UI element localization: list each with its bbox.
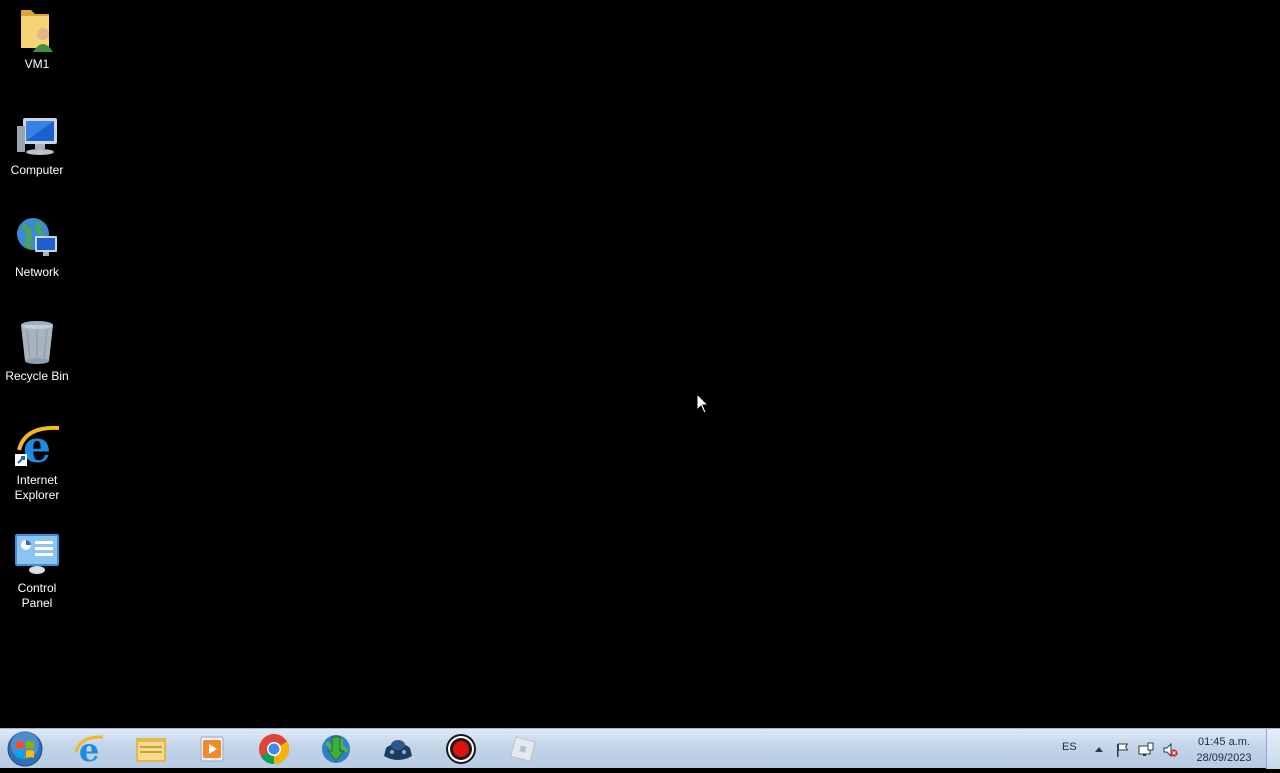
windows-logo-icon [7,731,43,767]
desktop-icon-internet-explorer[interactable]: e Internet Explorer [2,422,72,503]
chrome-icon [259,734,290,764]
user-folder-icon [13,6,61,54]
desktop-icon-label: VM1 [24,57,50,71]
taskbar-media-player-button[interactable] [194,731,230,767]
mouse-cursor-icon [696,392,710,415]
desktop-icon-control-panel[interactable]: Control Panel [2,530,72,611]
system-clock[interactable]: 01:45 a.m. 28/09/2023 [1186,734,1262,766]
desktop-icon-label: Control Panel [17,581,57,610]
volume-muted-icon [1163,742,1178,758]
language-indicator[interactable]: ES [1062,741,1077,753]
desktop-icon-computer[interactable]: Computer [2,112,72,178]
action-center-button[interactable] [1114,742,1130,758]
desktop-icon-label: Internet Explorer [14,473,60,502]
desktop-icon-vm1[interactable]: VM1 [2,6,72,72]
network-status-button[interactable] [1138,742,1154,758]
volume-button[interactable] [1162,742,1178,758]
taskbar-download-manager-button[interactable] [318,731,354,767]
internet-explorer-icon: e [74,733,104,765]
taskbar-roblox-button[interactable] [505,731,541,767]
start-button[interactable] [6,730,44,768]
clock-time: 01:45 a.m. [1198,736,1250,748]
desktop-icon-recycle-bin[interactable]: Recycle Bin [2,318,72,384]
globe-download-icon [322,735,350,763]
roblox-icon [510,736,536,762]
desktop-icon-label: Recycle Bin [5,369,69,383]
taskbar-chrome-button[interactable] [256,731,292,767]
desktop[interactable]: VM1 Computer Network Recycle Bin e Inter… [0,0,1280,728]
taskbar: e ES 01:45 a.m. 28/09/2023 [0,728,1280,769]
chevron-up-icon [1095,747,1103,752]
internet-explorer-icon: e [13,422,61,473]
show-desktop-button[interactable] [1266,729,1280,769]
taskbar-internet-explorer-button[interactable]: e [71,731,107,767]
computer-icon [13,112,61,160]
record-icon [446,734,476,764]
media-player-icon [200,736,224,762]
taskbar-game-app-button[interactable] [380,731,416,767]
flag-icon [1117,743,1129,757]
desktop-icon-network[interactable]: Network [2,214,72,280]
recycle-bin-icon [13,318,61,366]
network-icon [13,214,61,262]
desktop-icon-label: Computer [10,163,64,177]
game-controller-icon [384,740,412,760]
desktop-icon-label: Network [14,265,59,279]
network-monitor-icon [1138,742,1154,756]
taskbar-screen-recorder-button[interactable] [443,731,479,767]
show-hidden-icons-button[interactable] [1091,742,1107,758]
folder-icon [136,738,166,762]
taskbar-windows-explorer-button[interactable] [133,731,169,767]
clock-date: 28/09/2023 [1196,752,1252,764]
control-panel-icon [13,530,61,578]
